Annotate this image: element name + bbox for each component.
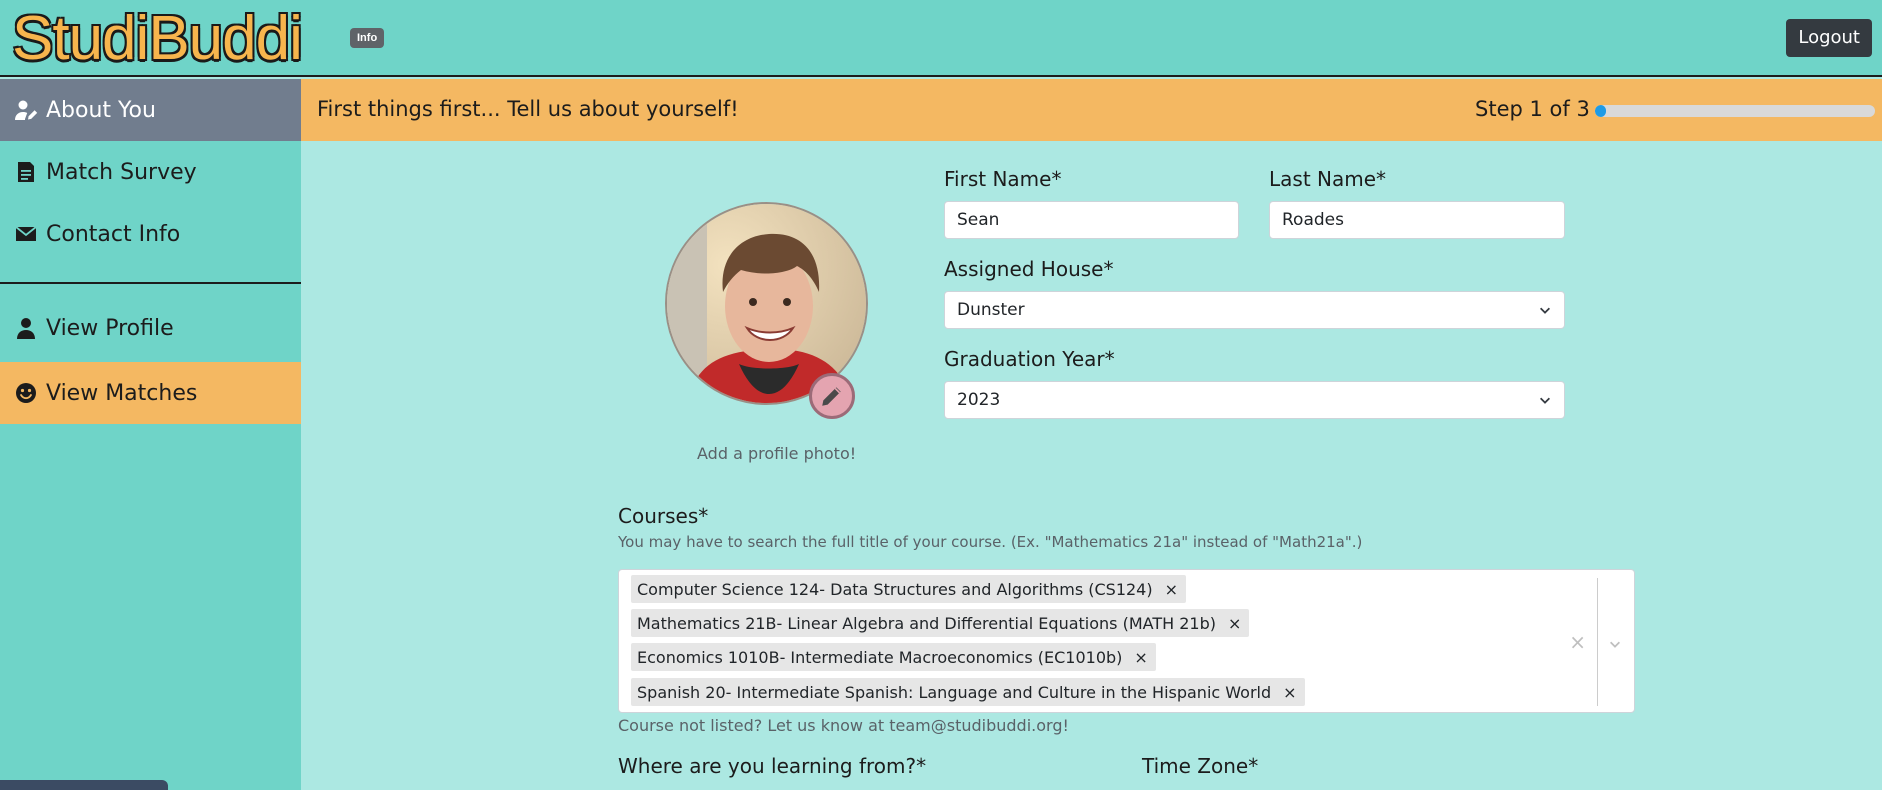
course-chip-label: Economics 1010B- Intermediate Macroecono… bbox=[637, 647, 1123, 667]
course-chip: Economics 1010B- Intermediate Macroecono… bbox=[631, 643, 1156, 671]
sidebar-item-label: Contact Info bbox=[46, 221, 181, 247]
remove-course-button[interactable]: × bbox=[1283, 683, 1296, 702]
chevron-down-icon bbox=[1610, 641, 1620, 648]
first-name-input[interactable] bbox=[944, 201, 1239, 239]
edit-photo-button[interactable] bbox=[809, 373, 855, 419]
course-chip-label: Mathematics 21B- Linear Algebra and Diff… bbox=[637, 613, 1216, 633]
chevron-down-icon bbox=[1540, 397, 1550, 404]
course-chip: Computer Science 124- Data Structures an… bbox=[631, 575, 1186, 603]
app-logo[interactable]: StudiBuddi bbox=[12, 2, 303, 76]
sidebar-item-label: View Matches bbox=[46, 380, 198, 406]
progress-bar-fill bbox=[1595, 105, 1607, 117]
sidebar-item-match-survey[interactable]: Match Survey bbox=[0, 141, 301, 203]
courses-dropdown-toggle[interactable] bbox=[1608, 636, 1622, 655]
envelope-icon bbox=[15, 226, 37, 241]
file-alt-icon bbox=[18, 162, 34, 182]
logout-button[interactable]: Logout bbox=[1786, 19, 1872, 57]
course-chip: Mathematics 21B- Linear Algebra and Diff… bbox=[631, 609, 1250, 637]
remove-course-button[interactable]: × bbox=[1228, 614, 1241, 633]
sidebar-item-label: View Profile bbox=[46, 315, 174, 341]
last-name-label: Last Name* bbox=[1269, 167, 1387, 191]
course-not-listed-text: Course not listed? Let us know at team@s… bbox=[618, 716, 1069, 735]
sidebar-item-view-profile[interactable]: View Profile bbox=[0, 297, 301, 359]
smile-icon bbox=[16, 383, 36, 403]
sidebar-divider bbox=[0, 282, 301, 284]
first-name-label: First Name* bbox=[944, 167, 1062, 191]
browser-status-bar bbox=[0, 780, 168, 790]
sidebar: About You Match Survey Contact Info View… bbox=[0, 79, 301, 790]
remove-course-button[interactable]: × bbox=[1165, 580, 1178, 599]
sidebar-item-label: Match Survey bbox=[46, 159, 197, 185]
top-navbar: StudiBuddi Info Logout bbox=[0, 0, 1882, 77]
courses-label: Courses* bbox=[618, 504, 709, 528]
house-select-value: Dunster bbox=[957, 300, 1025, 320]
sidebar-item-contact-info[interactable]: Contact Info bbox=[0, 203, 301, 265]
graduation-year-label: Graduation Year* bbox=[944, 347, 1115, 371]
step-indicator: Step 1 of 3 bbox=[1475, 97, 1590, 121]
progress-bar bbox=[1595, 105, 1875, 117]
graduation-year-value: 2023 bbox=[957, 390, 1001, 410]
timezone-label: Time Zone* bbox=[1142, 754, 1259, 778]
photo-caption: Add a profile photo! bbox=[697, 444, 857, 463]
user-icon bbox=[17, 318, 35, 339]
clear-all-courses-button[interactable]: × bbox=[1569, 630, 1586, 654]
step-banner: First things first... Tell us about your… bbox=[301, 79, 1882, 141]
house-select[interactable]: Dunster bbox=[944, 291, 1565, 329]
sidebar-item-about-you[interactable]: About You bbox=[0, 79, 301, 141]
graduation-year-select[interactable]: 2023 bbox=[944, 381, 1565, 419]
location-label: Where are you learning from?* bbox=[618, 754, 927, 778]
course-chip-label: Spanish 20- Intermediate Spanish: Langua… bbox=[637, 682, 1272, 702]
course-chip-label: Computer Science 124- Data Structures an… bbox=[637, 579, 1153, 599]
sidebar-item-view-matches[interactable]: View Matches bbox=[0, 362, 301, 424]
pencil-icon bbox=[822, 387, 841, 406]
courses-multiselect[interactable]: Computer Science 124- Data Structures an… bbox=[618, 569, 1635, 713]
user-edit-icon bbox=[15, 100, 38, 120]
house-label: Assigned House* bbox=[944, 257, 1114, 281]
chevron-down-icon bbox=[1540, 307, 1550, 314]
remove-course-button[interactable]: × bbox=[1134, 648, 1147, 667]
sidebar-item-label: About You bbox=[46, 97, 156, 123]
banner-title: First things first... Tell us about your… bbox=[317, 97, 739, 121]
courses-help-text: You may have to search the full title of… bbox=[618, 533, 1363, 551]
course-chip: Spanish 20- Intermediate Spanish: Langua… bbox=[631, 678, 1305, 706]
last-name-input[interactable] bbox=[1269, 201, 1565, 239]
info-badge[interactable]: Info bbox=[350, 28, 385, 48]
multiselect-separator bbox=[1597, 578, 1598, 706]
